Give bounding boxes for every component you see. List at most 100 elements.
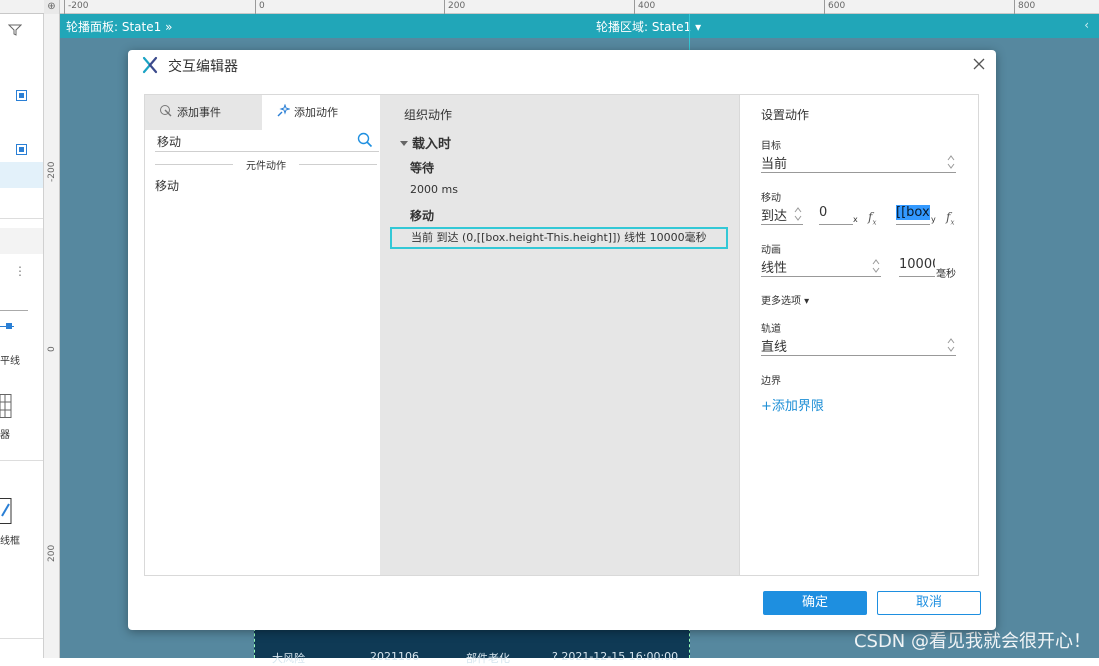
updown-arrows-icon (947, 155, 955, 169)
updown-arrows-icon (947, 338, 955, 352)
move-label: 移动 (761, 193, 781, 204)
panel-row (0, 228, 43, 254)
track-value: 直线 (761, 340, 788, 355)
bounds-label: 边界 (761, 376, 781, 387)
target-value: 当前 (761, 157, 788, 172)
dialog-title: 交互编辑器 (168, 59, 238, 75)
action-search-input[interactable] (155, 131, 351, 151)
bottom-row-cell: ? 2021-12-15 16:00:00 (552, 650, 679, 663)
close-icon[interactable] (970, 55, 988, 73)
left-ruler: -200 0 200 (44, 14, 60, 658)
ruler-tick: 0 (44, 346, 60, 382)
y-value: [[box. (896, 205, 930, 220)
caret-down-icon[interactable] (400, 141, 408, 146)
slider-handle[interactable] (6, 323, 12, 329)
event-onload[interactable]: 载入时 (400, 133, 451, 152)
tab-add-event[interactable]: 添加事件 (145, 95, 262, 130)
ruler-tick: 200 (44, 545, 60, 592)
track-label: 轨道 (761, 324, 781, 335)
ruler-tick: 800 (1014, 0, 1035, 14)
search-icon[interactable] (357, 132, 373, 148)
ruler-tick: 400 (634, 0, 655, 14)
selected-row[interactable] (0, 162, 43, 188)
carousel-panel-state[interactable]: 轮播面板: State1 » (66, 18, 172, 35)
search-row (155, 130, 379, 152)
ruler-tick-label: 0 (47, 346, 57, 352)
watermark: CSDN @看见我就会很开心！ (853, 631, 1091, 652)
x-input[interactable]: 0 (819, 205, 853, 225)
pane-title: 设置动作 (761, 108, 810, 122)
ruler-tick: 600 (824, 0, 845, 14)
tab-add-action-label: 添加动作 (294, 106, 338, 119)
action-result-item[interactable]: 移动 (155, 177, 179, 194)
cancel-button[interactable]: 取消 (877, 591, 981, 615)
event-label: 载入时 (412, 137, 452, 152)
bottom-row-cell: 部件老化 (466, 652, 510, 665)
dialog-header: 交互编辑器 (128, 50, 996, 80)
event-action-list-pane: 添加事件 添加动作 元件动作 移动 (144, 94, 380, 576)
organize-actions-pane: 组织动作 载入时 等待 2000 ms 移动 当前 到达 (0,[[box.he… (380, 94, 739, 576)
updown-arrows-icon (872, 259, 880, 273)
ok-button[interactable]: 确定 (763, 591, 867, 615)
left-tool-panel: ⋮ 平线 器 线框 (0, 14, 44, 658)
ruler-tick: -200 (64, 0, 88, 14)
pen-icon[interactable] (0, 498, 43, 527)
interaction-editor-dialog: 交互编辑器 添加事件 添加动作 元件动作 移动 (128, 50, 996, 630)
bottom-row-cell: 2021106 (370, 650, 419, 663)
x-value: 0 (819, 205, 828, 220)
carousel-bar: 轮播面板: State1 » 轮播区域: State1 ▾ ‹ (60, 14, 1099, 38)
action-move-desc[interactable]: 当前 到达 (0,[[box.height-This.height]]) 线性 … (390, 227, 728, 249)
divider (0, 310, 28, 311)
animation-label: 动画 (761, 245, 781, 256)
track-select[interactable]: 直线 (761, 336, 956, 356)
filter-icon[interactable] (7, 24, 43, 39)
move-mode-select[interactable]: 到达 (761, 205, 803, 225)
top-ruler: -200 0 200 400 600 800 (0, 0, 1099, 14)
carousel-region-state[interactable]: 轮播区域: State1 ▾ (596, 18, 701, 35)
sparkle-icon (276, 97, 291, 117)
checkbox-icon[interactable] (16, 144, 43, 158)
tab-add-event-label: 添加事件 (177, 106, 221, 119)
target-select[interactable]: 当前 (761, 153, 956, 173)
animation-value: 线性 (761, 261, 788, 276)
action-wait-name[interactable]: 等待 (410, 159, 434, 176)
fx-icon[interactable]: fx (946, 210, 954, 226)
ruler-tick-label: 200 (47, 544, 57, 562)
chevron-left-icon[interactable]: ‹ (1084, 18, 1089, 32)
add-bound-link[interactable]: +添加界限 (761, 395, 824, 414)
duration-unit: 毫秒 (936, 269, 956, 280)
left-panel-label: 线框 (0, 536, 20, 547)
duration-value: 10000 (899, 257, 935, 272)
section-label: 元件动作 (155, 157, 377, 172)
app-logo-icon (142, 56, 158, 74)
pane-title: 组织动作 (404, 108, 453, 122)
divider (0, 218, 43, 219)
fx-icon[interactable]: fx (868, 210, 876, 226)
checkbox-icon[interactable] (16, 90, 43, 104)
divider (0, 460, 43, 461)
table-icon[interactable] (0, 394, 43, 421)
more-options-toggle[interactable]: 更多选项 ▾ (761, 292, 809, 307)
x-axis-label: x (853, 215, 858, 224)
target-label: 目标 (761, 141, 781, 152)
updown-arrows-icon (794, 207, 802, 221)
action-wait-desc[interactable]: 2000 ms (410, 183, 458, 196)
bottom-row-cell: 大风险 (272, 652, 305, 665)
left-panel-label: 器 (0, 430, 10, 441)
animation-select[interactable]: 线性 (761, 257, 881, 277)
duration-input[interactable]: 10000 (899, 257, 935, 277)
more-dots-icon[interactable]: ⋮ (14, 264, 43, 278)
configure-action-pane: 设置动作 目标 当前 移动 到达 0 x fx [[box. y fx 动画 线… (739, 94, 979, 576)
tab-add-action[interactable]: 添加动作 (262, 95, 379, 130)
y-axis-label: y (931, 215, 936, 224)
divider (0, 638, 43, 639)
tab-bar: 添加事件 添加动作 (145, 95, 379, 130)
ruler-tick: 0 (255, 0, 265, 14)
move-mode-value: 到达 (761, 209, 788, 224)
y-input[interactable]: [[box. (896, 205, 930, 225)
action-move-name[interactable]: 移动 (410, 207, 434, 224)
crosshair-icon[interactable]: ⊕ (44, 0, 60, 14)
left-panel-label: 平线 (0, 356, 20, 367)
ruler-tick: -200 (44, 162, 60, 212)
ruler-tick: 200 (444, 0, 465, 14)
